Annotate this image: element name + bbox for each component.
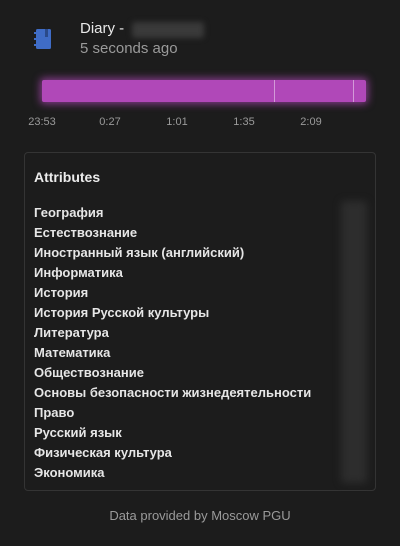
timeline-bar[interactable] (42, 80, 366, 102)
attribute-name: Физическая культура (34, 445, 172, 460)
attribute-name: Математика (34, 345, 111, 360)
time-tick-label: 0:27 (99, 116, 121, 128)
card-header: Diary - 5 seconds ago (34, 20, 374, 64)
redacted-entity-name (132, 22, 204, 38)
attribute-name: Обществознание (34, 365, 144, 380)
attribute-name: История Русской культуры (34, 305, 210, 320)
history-card: Diary - 5 seconds ago 23:53 0:27 1:01 1:… (0, 0, 400, 546)
attributes-list: География Естествознание Иностранный язы… (34, 203, 311, 483)
last-updated: 5 seconds ago (80, 40, 178, 57)
attribute-name: Информатика (34, 265, 123, 280)
time-tick-label: 1:01 (166, 116, 188, 128)
attribute-name: Основы безопасности жизнедеятельности (34, 385, 312, 400)
attributes-title: Attributes (34, 169, 101, 185)
timeline-axis: 23:53 0:27 1:01 1:35 2:09 (24, 116, 374, 130)
attribute-name: Право (34, 405, 75, 420)
timeline-divider (274, 80, 275, 102)
attribution-text: Data provided by Moscow PGU (109, 508, 291, 523)
attribute-name: Русский язык (34, 425, 122, 440)
time-tick-label: 1:35 (233, 116, 255, 128)
entity-name[interactable]: Diary - (80, 20, 124, 38)
attribute-name: Иностранный язык (английский) (34, 245, 245, 260)
attribute-name: География (34, 205, 104, 220)
time-tick-label: 2:09 (300, 116, 322, 128)
redacted-attribute-values (341, 201, 367, 483)
attribute-name: Литература (34, 325, 109, 340)
notebook-icon (34, 29, 51, 49)
attributes-panel: Attributes География Естествознание Инос… (24, 152, 376, 491)
attribute-name: Экономика (34, 465, 105, 480)
timeline-divider (353, 80, 354, 102)
attribute-name: Естествознание (34, 225, 138, 240)
attribute-name: История (34, 285, 89, 300)
state-timeline[interactable] (42, 80, 366, 102)
time-tick-label: 23:53 (28, 116, 56, 128)
